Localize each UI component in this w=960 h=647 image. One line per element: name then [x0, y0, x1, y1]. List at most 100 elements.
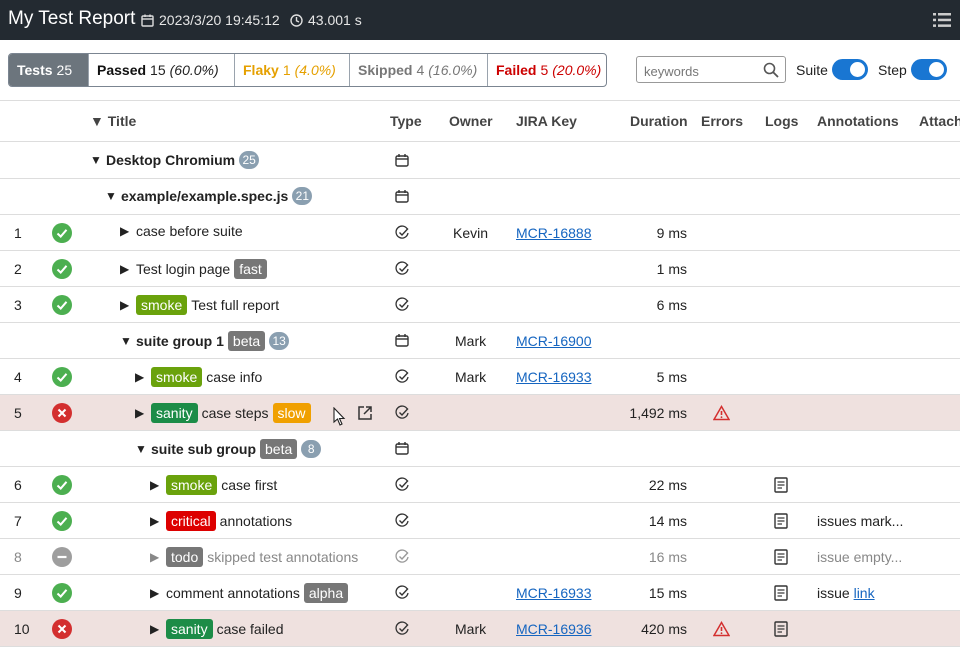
- report-header: My Test Report 2023/3/20 19:45:12 43.001…: [0, 0, 960, 40]
- row-title: ▼ suite sub group beta 8: [135, 439, 322, 459]
- case-title: case first: [221, 477, 278, 493]
- table-row[interactable]: 6 ▶ smoke case first 22 ms: [0, 467, 960, 503]
- calendar-icon: [141, 14, 154, 27]
- table-row[interactable]: 10 ▶ sanity case failed Mark MCR-16936 4…: [0, 611, 960, 647]
- expand-arrow-icon[interactable]: ▶: [135, 406, 147, 420]
- expand-arrow-icon[interactable]: ▶: [120, 262, 132, 276]
- tag-smoke: smoke: [151, 367, 203, 387]
- warning-icon[interactable]: [713, 405, 730, 421]
- jira-link[interactable]: MCR-16933: [516, 369, 591, 385]
- table-row[interactable]: 4 ▶ smoke case info Mark MCR-16933 5 ms: [0, 359, 960, 395]
- tag-fast: fast: [234, 259, 267, 279]
- expand-arrow-icon[interactable]: ▶: [150, 550, 162, 564]
- case-check-icon: [395, 297, 409, 311]
- external-link-icon[interactable]: [357, 405, 373, 421]
- suite-row[interactable]: ▼ suite sub group beta 8: [0, 431, 960, 467]
- tab-skipped[interactable]: Skipped 4 (16.0%): [350, 54, 488, 86]
- search-input[interactable]: [642, 58, 766, 84]
- passed-icon: [52, 511, 72, 531]
- column-logs[interactable]: Logs: [765, 113, 798, 129]
- step-toggle[interactable]: [911, 59, 947, 80]
- passed-icon: [52, 295, 72, 315]
- column-type[interactable]: Type: [390, 113, 422, 129]
- warning-icon[interactable]: [713, 621, 730, 637]
- jira-link[interactable]: MCR-16888: [516, 225, 591, 241]
- tab-tests[interactable]: Tests 25: [9, 54, 89, 86]
- case-count-badge: 13: [269, 332, 290, 350]
- jira-link[interactable]: MCR-16936: [516, 621, 591, 637]
- suite-name: example/example.spec.js: [121, 188, 289, 204]
- tag-critical: critical: [166, 511, 216, 531]
- expand-arrow-icon[interactable]: ▶: [150, 586, 162, 600]
- jira-link[interactable]: MCR-16900: [516, 333, 591, 349]
- tag-sanity: sanity: [151, 403, 198, 423]
- case-title: case failed: [216, 621, 284, 637]
- search-icon[interactable]: [763, 62, 779, 78]
- table-row[interactable]: 7 ▶ critical annotations 14 ms issues ma…: [0, 503, 960, 539]
- row-title: ▶ smoke case first: [150, 475, 277, 495]
- case-check-icon: [395, 585, 409, 599]
- row-title: ▶ todo skipped test annotations: [150, 547, 358, 567]
- row-index: 8: [14, 549, 22, 565]
- table-row[interactable]: 8 ▶ todo skipped test annotations 16 ms …: [0, 539, 960, 575]
- column-owner[interactable]: Owner: [449, 113, 493, 129]
- tab-passed[interactable]: Passed 15 (60.0%): [89, 54, 235, 86]
- report-duration-text: 43.001 s: [308, 12, 362, 28]
- suite-box-icon: [395, 154, 409, 167]
- tab-skipped-percent: (16.0%): [428, 62, 478, 78]
- annotation-link[interactable]: link: [854, 585, 875, 601]
- column-duration[interactable]: Duration: [630, 113, 688, 129]
- report-title: My Test Report: [8, 8, 136, 29]
- table-row[interactable]: 5 ▶ sanity case steps slow 1,492 ms: [0, 395, 960, 431]
- tab-failed-count: 5: [540, 62, 549, 78]
- tag-beta: beta: [227, 331, 266, 351]
- suite-row[interactable]: ▼ example/example.spec.js 21: [0, 179, 960, 215]
- log-document-icon[interactable]: [774, 549, 788, 565]
- table-row[interactable]: 1 ▶ case before suite Kevin MCR-16888 9 …: [0, 215, 960, 251]
- collapse-arrow-icon[interactable]: ▼: [105, 189, 117, 203]
- expand-arrow-icon[interactable]: ▶: [150, 514, 162, 528]
- row-index: 7: [14, 513, 22, 529]
- row-index: 3: [14, 297, 22, 313]
- row-duration: 16 ms: [648, 549, 687, 565]
- table-row[interactable]: 3 ▶ smoke Test full report 6 ms: [0, 287, 960, 323]
- row-index: 9: [14, 585, 22, 601]
- column-annotations[interactable]: Annotations: [817, 113, 899, 129]
- suite-toggle[interactable]: [832, 59, 868, 80]
- suite-name: Desktop Chromium: [106, 152, 236, 168]
- expand-arrow-icon[interactable]: ▶: [150, 478, 162, 492]
- row-title: ▶ sanity case failed: [150, 619, 284, 639]
- log-document-icon[interactable]: [774, 621, 788, 637]
- expand-arrow-icon[interactable]: ▶: [120, 224, 132, 238]
- table-row[interactable]: 2 ▶ Test login page fast 1 ms: [0, 251, 960, 287]
- row-owner: Mark: [455, 621, 487, 637]
- column-title[interactable]: ▼ Title: [90, 113, 136, 129]
- log-document-icon[interactable]: [774, 477, 788, 493]
- tab-skipped-count: 4: [416, 62, 425, 78]
- case-check-icon: [395, 549, 409, 563]
- row-index: 5: [14, 405, 22, 421]
- expand-arrow-icon[interactable]: ▶: [135, 370, 147, 384]
- log-document-icon[interactable]: [774, 585, 788, 601]
- row-title: ▶ smoke case info: [135, 367, 262, 387]
- column-title-label: Title: [107, 113, 137, 129]
- annotation-text: issue: [817, 585, 850, 601]
- column-jira-key[interactable]: JIRA Key: [516, 113, 577, 129]
- menu-icon[interactable]: [932, 10, 952, 30]
- expand-arrow-icon[interactable]: ▶: [120, 298, 132, 312]
- report-date-text: 2023/3/20 19:45:12: [159, 12, 280, 28]
- jira-link[interactable]: MCR-16933: [516, 585, 591, 601]
- tab-failed[interactable]: Failed 5 (20.0%): [488, 54, 606, 86]
- suite-row[interactable]: ▼ Desktop Chromium 25: [0, 143, 960, 179]
- column-errors[interactable]: Errors: [701, 113, 743, 129]
- collapse-arrow-icon[interactable]: ▼: [90, 153, 102, 167]
- tab-flaky[interactable]: Flaky 1 (4.0%): [235, 54, 350, 86]
- table-row[interactable]: 9 ▶ comment annotations alpha MCR-16933 …: [0, 575, 960, 611]
- collapse-arrow-icon[interactable]: ▼: [135, 442, 147, 456]
- log-document-icon[interactable]: [774, 513, 788, 529]
- row-title: ▼ Desktop Chromium 25: [90, 151, 260, 169]
- expand-arrow-icon[interactable]: ▶: [150, 622, 162, 636]
- suite-row[interactable]: ▼ suite group 1 beta 13 Mark MCR-16900: [0, 323, 960, 359]
- collapse-arrow-icon[interactable]: ▼: [120, 334, 132, 348]
- column-attach[interactable]: Attach: [919, 113, 960, 129]
